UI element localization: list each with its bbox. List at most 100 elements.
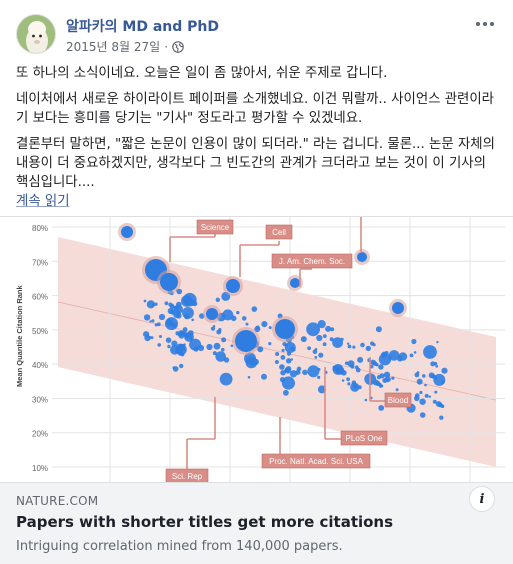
data-point xyxy=(378,364,384,370)
data-point xyxy=(347,382,351,386)
data-point xyxy=(158,313,166,321)
data-point xyxy=(223,357,230,363)
data-point xyxy=(180,352,185,357)
link-preview[interactable]: 80% 70% 60% 50% 40% 30% 20% 10% Mean Quantile Ci… xyxy=(0,216,513,564)
data-point xyxy=(178,332,185,339)
data-point xyxy=(143,331,150,338)
link-preview-image[interactable]: 80% 70% 60% 50% 40% 30% 20% 10% Mean Quantile Ci… xyxy=(0,217,513,482)
y-tick-label: 80% xyxy=(32,224,48,233)
data-point xyxy=(439,415,444,420)
data-point xyxy=(172,366,179,372)
data-point xyxy=(384,351,389,355)
data-point xyxy=(347,344,352,349)
highlight-point xyxy=(235,330,257,352)
data-point xyxy=(268,326,272,330)
globe-icon[interactable] xyxy=(172,40,184,53)
data-point xyxy=(419,412,426,418)
data-point xyxy=(255,325,260,330)
data-point xyxy=(307,346,311,351)
data-point xyxy=(317,367,321,371)
link-source: NATURE.COM xyxy=(16,494,99,508)
data-point xyxy=(317,320,326,329)
data-point xyxy=(210,326,216,331)
data-point xyxy=(275,352,280,356)
data-point xyxy=(169,304,175,309)
data-point xyxy=(391,376,395,380)
data-point xyxy=(440,404,445,409)
data-point xyxy=(281,348,285,352)
data-point xyxy=(352,345,356,349)
data-point xyxy=(296,366,302,372)
data-point xyxy=(156,322,161,327)
annotation-label: Science xyxy=(201,223,230,232)
data-point xyxy=(188,330,194,336)
data-point xyxy=(183,343,186,346)
highlight-point xyxy=(357,252,367,262)
data-point xyxy=(157,343,161,347)
data-point xyxy=(159,335,162,338)
highlight-point xyxy=(226,279,240,293)
data-point xyxy=(441,367,448,374)
data-point xyxy=(322,334,327,338)
data-point xyxy=(376,375,382,380)
post-meta: 2015년 8월 27일 · xyxy=(66,38,184,55)
data-point xyxy=(175,312,182,319)
avatar[interactable] xyxy=(16,14,56,54)
link-title[interactable]: Papers with shorter titles get more cita… xyxy=(16,513,393,531)
data-point xyxy=(150,336,154,340)
data-point xyxy=(423,345,437,359)
read-more-link[interactable]: 계속 읽기 xyxy=(16,194,70,209)
link-preview-info[interactable]: NATURE.COM Papers with shorter titles ge… xyxy=(0,482,513,564)
data-point xyxy=(388,356,392,360)
data-point xyxy=(193,346,199,352)
highlight-point xyxy=(206,308,218,320)
data-point xyxy=(433,373,446,386)
data-point xyxy=(182,307,194,319)
highlight-point xyxy=(290,278,300,288)
data-point xyxy=(279,364,285,370)
data-point xyxy=(252,358,259,365)
data-point xyxy=(189,336,193,340)
citation-scatter-chart: 80% 70% 60% 50% 40% 30% 20% 10% Mean Quantile Ci… xyxy=(15,217,505,482)
data-point xyxy=(332,367,336,371)
post-date[interactable]: 2015년 8월 27일 xyxy=(66,38,160,55)
data-point xyxy=(365,345,371,352)
data-point xyxy=(261,373,267,380)
annotation-label: Cell xyxy=(272,228,286,237)
y-tick-label: 60% xyxy=(32,293,48,302)
data-point xyxy=(213,342,221,350)
data-point xyxy=(154,302,158,306)
data-point xyxy=(341,370,347,376)
author-name[interactable]: 알파카의 MD and PhD xyxy=(66,16,219,36)
data-point xyxy=(280,355,286,360)
data-point xyxy=(312,349,318,355)
data-point xyxy=(245,322,249,326)
data-point xyxy=(302,369,308,375)
y-tick-label: 30% xyxy=(32,395,48,404)
data-point xyxy=(357,385,362,390)
data-point xyxy=(241,316,247,321)
post-paragraph-2: 네이처에서 새로운 하이라이트 페이퍼를 소개했네요. 이건 뭐랄까.. 사이언… xyxy=(16,92,494,126)
post-body: 또 하나의 소식이네요. 오늘은 일이 좀 많아서, 쉬운 주제로 갑니다. 네… xyxy=(16,64,499,211)
data-point xyxy=(416,378,423,385)
y-tick-label: 40% xyxy=(32,361,48,370)
data-point xyxy=(236,310,240,315)
data-point xyxy=(292,348,296,352)
y-axis-label: Mean Quantile Citation Rank xyxy=(15,284,24,387)
data-point xyxy=(215,297,220,302)
alpaca-avatar-icon xyxy=(17,15,55,53)
data-point xyxy=(424,393,429,398)
info-icon[interactable]: i xyxy=(469,486,495,512)
data-point xyxy=(216,329,222,335)
data-point xyxy=(300,336,307,343)
data-point xyxy=(221,347,225,352)
data-point xyxy=(409,353,414,358)
data-point xyxy=(179,363,184,369)
data-point xyxy=(284,342,296,353)
more-options-icon[interactable] xyxy=(473,16,497,32)
data-point xyxy=(424,383,427,387)
y-tick-label: 70% xyxy=(32,258,48,267)
data-point xyxy=(317,375,321,379)
data-point xyxy=(325,325,332,332)
post-header: 알파카의 MD and PhD 2015년 8월 27일 · xyxy=(16,14,497,58)
